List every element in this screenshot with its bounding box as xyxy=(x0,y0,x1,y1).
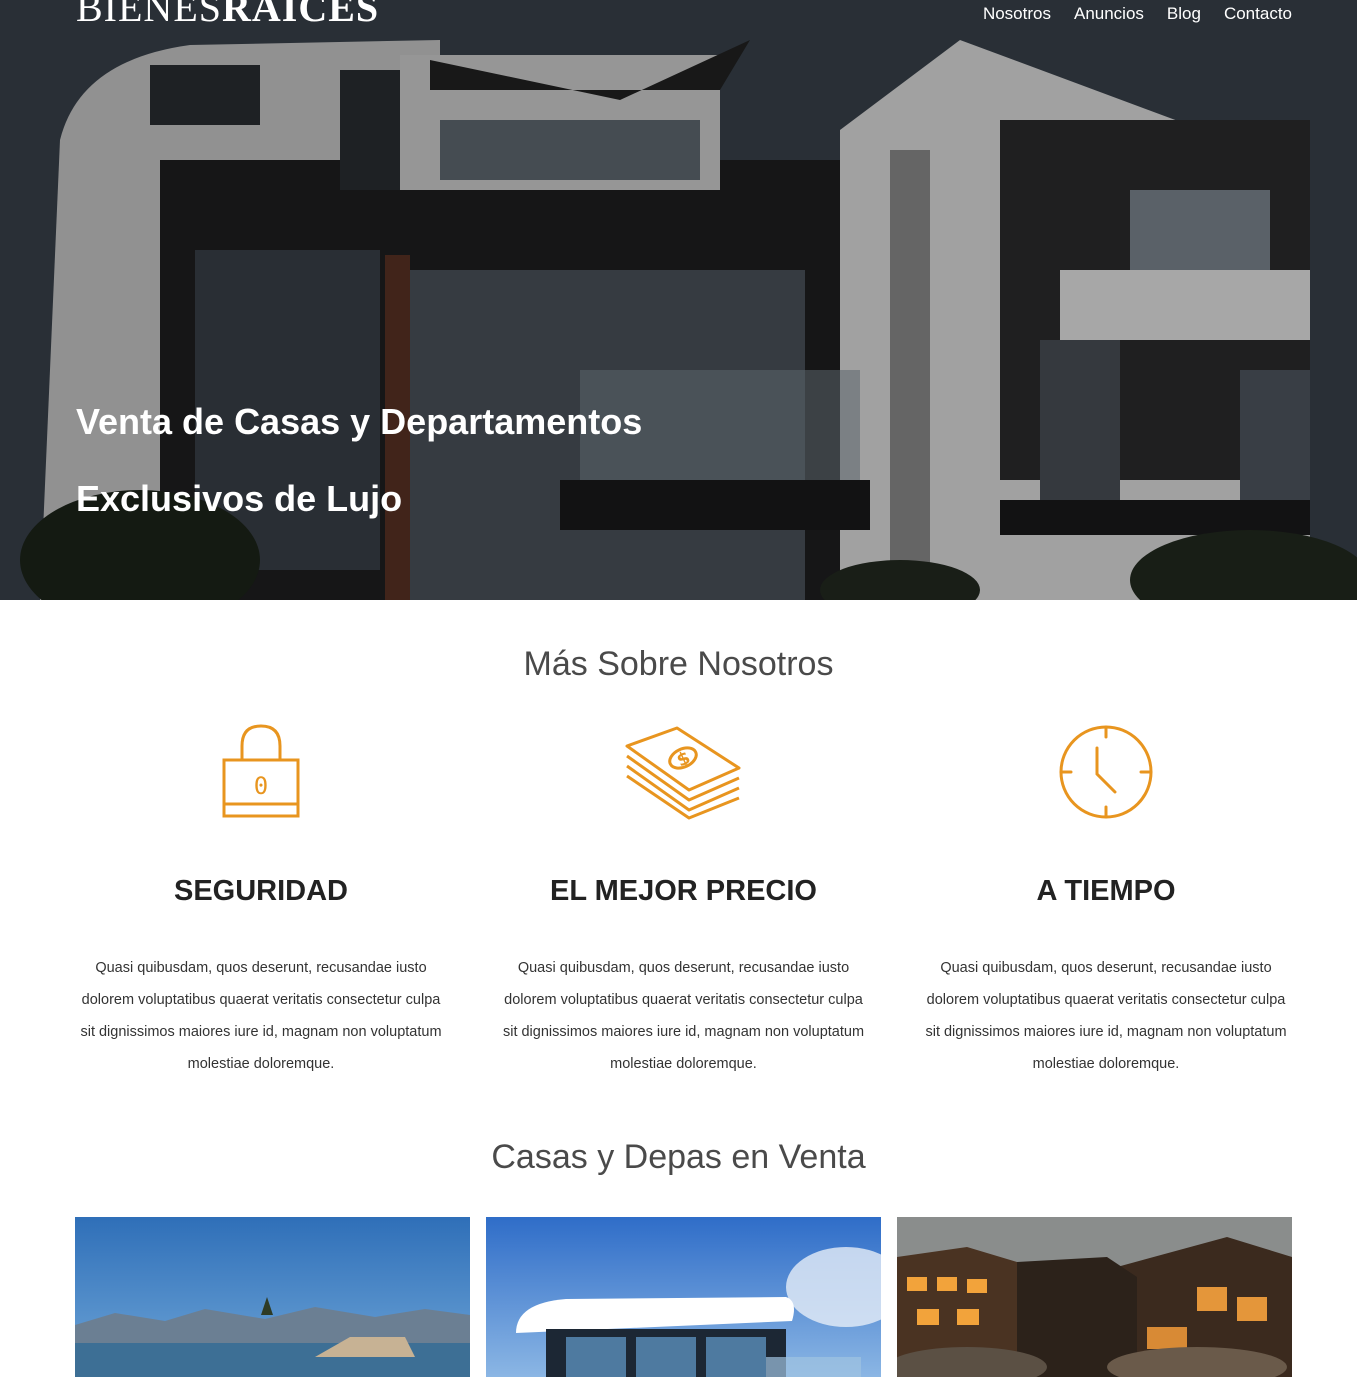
feature-text: Quasi quibusdam, quos deserunt, recusand… xyxy=(80,960,442,1072)
feature-a-tiempo: A TIEMPO Quasi quibusdam, quos deserunt,… xyxy=(911,718,1301,1080)
money-stack-icon: $ xyxy=(625,726,740,820)
main-nav: Nosotros Anuncios Blog Contacto xyxy=(983,3,1292,25)
feature-seguridad: 0 SEGURIDAD Quasi quibusdam, quos deseru… xyxy=(66,718,456,1080)
listings-grid xyxy=(75,1217,1292,1377)
feature-title: A TIEMPO xyxy=(1036,875,1176,907)
site-logo[interactable]: BIENESRAICES xyxy=(76,0,379,28)
padlock-icon: 0 xyxy=(222,724,300,818)
listing-card[interactable] xyxy=(75,1217,470,1377)
feature-text: Quasi quibusdam, quos deserunt, recusand… xyxy=(925,960,1287,1072)
listing-card[interactable] xyxy=(486,1217,881,1377)
features-section: 0 SEGURIDAD Quasi quibusdam, quos deseru… xyxy=(66,718,1301,1080)
listing-image xyxy=(897,1217,1292,1377)
logo-text-bold: RAICES xyxy=(222,0,380,30)
svg-text:0: 0 xyxy=(254,772,268,800)
nav-link-anuncios[interactable]: Anuncios xyxy=(1074,3,1144,25)
clock-icon xyxy=(1059,725,1153,819)
feature-title: SEGURIDAD xyxy=(173,875,348,907)
listings-section-title: Casas y Depas en Venta xyxy=(491,1138,866,1176)
hero-title: Venta de Casas y Departamentos Exclusivo… xyxy=(76,401,643,519)
about-section-title: Más Sobre Nosotros xyxy=(523,645,834,683)
listing-card[interactable] xyxy=(897,1217,1292,1377)
logo-text-light: BIENES xyxy=(76,0,222,30)
listing-image xyxy=(486,1217,881,1377)
feature-mejor-precio: $ EL MEJOR PRECIO Quasi quibusdam, quos … xyxy=(489,718,879,1080)
nav-link-contacto[interactable]: Contacto xyxy=(1224,3,1292,25)
hero-header: BIENESRAICES Nosotros Anuncios Blog Cont… xyxy=(0,0,1357,600)
nav-link-nosotros[interactable]: Nosotros xyxy=(983,3,1051,25)
feature-text: Quasi quibusdam, quos deserunt, recusand… xyxy=(502,960,865,1072)
nav-link-blog[interactable]: Blog xyxy=(1167,3,1201,25)
feature-title: EL MEJOR PRECIO xyxy=(550,875,817,907)
listing-image xyxy=(75,1217,470,1377)
